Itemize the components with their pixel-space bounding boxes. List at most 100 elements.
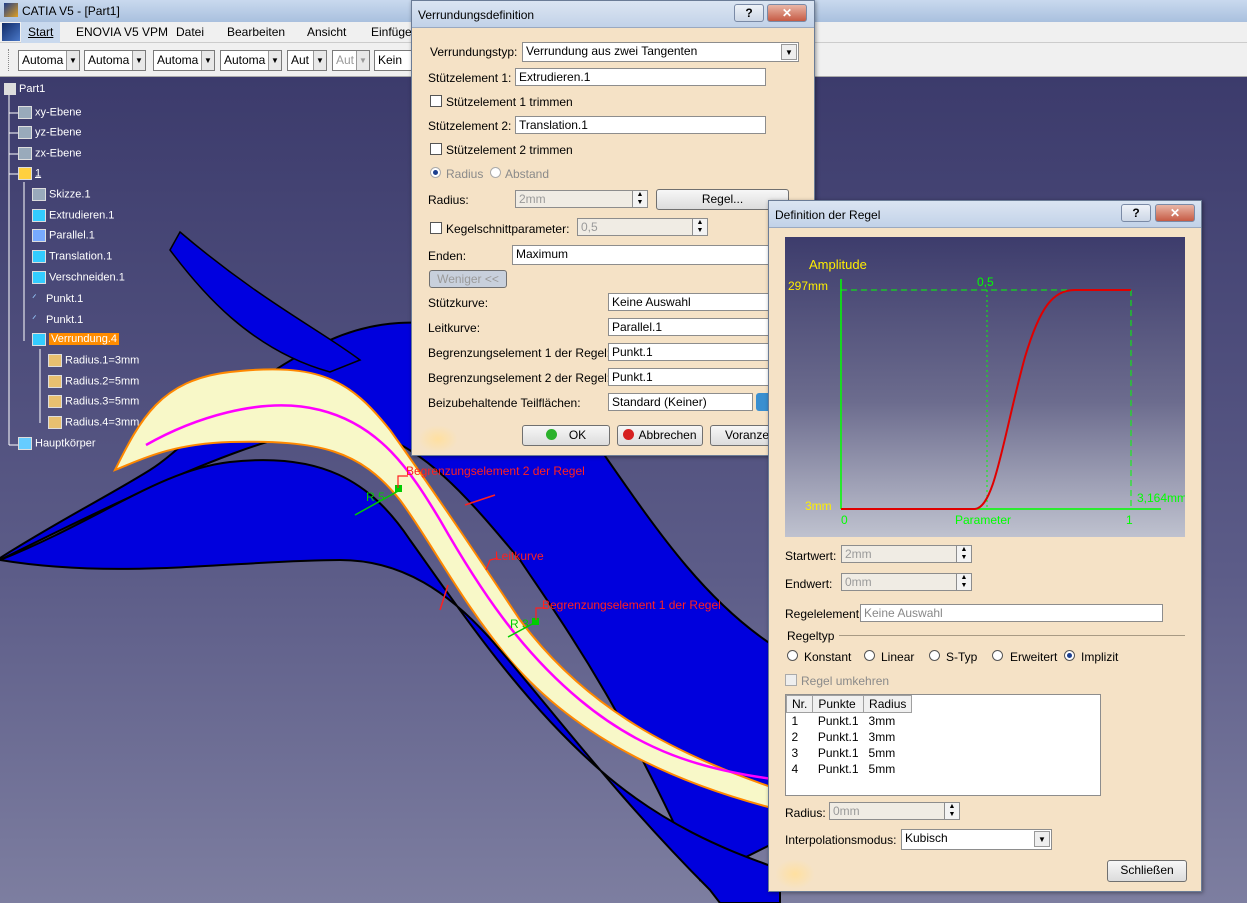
table-row[interactable]: 1 Punkt.1 3mm xyxy=(787,713,912,729)
tree-item-xy[interactable]: xy-Ebene xyxy=(18,106,81,119)
chord-radio[interactable] xyxy=(490,167,501,178)
combo-4[interactable]: Automa ▼ xyxy=(220,50,282,71)
menu-bearbeiten[interactable]: Bearbeiten xyxy=(227,25,285,39)
tree-item-parallel[interactable]: Parallel.1 xyxy=(32,229,95,242)
combo-3[interactable]: Automa ▼ xyxy=(153,50,215,71)
ok-icon xyxy=(545,429,557,440)
table-cell: 4 xyxy=(791,761,799,776)
help-button[interactable]: ? xyxy=(1121,204,1151,222)
close-button[interactable]: ✕ xyxy=(1155,204,1195,222)
law-type-s-radio[interactable] xyxy=(929,650,940,661)
law-radius-field[interactable]: 0mm xyxy=(829,802,945,820)
trim2-checkbox[interactable] xyxy=(430,143,442,155)
trim1-checkbox[interactable] xyxy=(430,95,442,107)
fillet-type-select[interactable]: Verrundung aus zwei Tangenten xyxy=(522,42,799,62)
table-header: Nr. Punkte Radius xyxy=(785,695,913,713)
table-row[interactable]: 2 Punkt.1 3mm xyxy=(787,729,912,745)
menu-datei[interactable]: Datei xyxy=(176,25,204,39)
interp-select[interactable]: Kubisch xyxy=(901,829,1052,850)
law-type-constant-radio[interactable] xyxy=(787,650,798,661)
annotation-limit-1[interactable]: Begrenzungselement 1 der Regel xyxy=(542,598,721,612)
preview-button[interactable]: Voranze xyxy=(710,425,772,446)
annotation-spine[interactable]: Leitkurve xyxy=(495,549,544,563)
tree-item-geoset[interactable]: 1 xyxy=(18,167,41,180)
table-cell: Punkt.1 xyxy=(817,713,859,728)
combo-2[interactable]: Automa ▼ xyxy=(84,50,146,71)
close-button[interactable]: ✕ xyxy=(767,4,807,22)
guide-field[interactable]: Parallel.1 xyxy=(608,318,772,336)
plane-icon xyxy=(18,106,32,119)
conic-spinner[interactable]: ▲ ▼ xyxy=(692,218,708,236)
menu-start[interactable]: Start xyxy=(21,22,61,43)
ok-button[interactable]: OK xyxy=(522,425,610,446)
law-radius-spinner[interactable]: ▲ ▼ xyxy=(944,802,960,820)
tree-item-extrude[interactable]: Extrudieren.1 xyxy=(32,209,114,222)
tree-item-radius-2[interactable]: Radius.2=5mm xyxy=(48,375,139,388)
tree-item-radius-1[interactable]: Radius.1=3mm xyxy=(48,354,139,367)
end-value-spinner[interactable]: ▲ ▼ xyxy=(956,573,972,591)
col-nr[interactable]: Nr. xyxy=(785,695,814,713)
tree-item-zx[interactable]: zx-Ebene xyxy=(18,147,81,160)
faces-field[interactable]: Standard (Keiner) xyxy=(608,393,753,411)
tree-item-point-2[interactable]: ᐟ Punkt.1 xyxy=(32,313,83,326)
col-points[interactable]: Punkte xyxy=(812,695,865,713)
tree-root[interactable]: Part1 xyxy=(4,83,45,96)
law-element-field[interactable]: Keine Auswahl xyxy=(860,604,1163,622)
tree-item-radius-4[interactable]: Radius.4=3mm xyxy=(48,416,139,429)
tree-item-yz[interactable]: yz-Ebene xyxy=(18,126,81,139)
end-value-field[interactable]: 0mm xyxy=(841,573,957,591)
start-value-label: Startwert: xyxy=(785,549,837,563)
spine-field[interactable]: Keine Auswahl xyxy=(608,293,772,311)
radius-field[interactable]: 2mm xyxy=(515,190,633,208)
radius-radio[interactable] xyxy=(430,167,441,178)
table-cell: 3 xyxy=(791,745,799,760)
ends-label: Enden: xyxy=(428,249,467,263)
law-type-advanced-radio[interactable] xyxy=(992,650,1003,661)
combo-7[interactable]: Kein xyxy=(374,50,414,71)
tree-item-point-1[interactable]: ᐟ Punkt.1 xyxy=(32,292,83,305)
law-type-s-label: S-Typ xyxy=(946,650,978,664)
conic-checkbox[interactable] xyxy=(430,222,442,234)
table-cell: 1 xyxy=(791,713,799,728)
tree-item-radius-3[interactable]: Radius.3=5mm xyxy=(48,395,139,408)
catia-menu-icon[interactable] xyxy=(2,23,20,41)
close-law-button[interactable]: Schließen xyxy=(1107,860,1187,882)
support2-field[interactable]: Translation.1 xyxy=(515,116,766,134)
radius-table[interactable]: Nr. Punkte Radius 1 Punkt.1 3mm 2 Punkt.1 3m… xyxy=(785,694,1101,796)
start-value-spinner[interactable]: ▲ ▼ xyxy=(956,545,972,563)
lim2-field[interactable]: Punkt.1 xyxy=(608,368,772,386)
cancel-button[interactable]: Abbrechen xyxy=(617,425,703,446)
geoset-icon xyxy=(18,167,32,180)
tree-item-intersect[interactable]: Verschneiden.1 xyxy=(32,271,125,284)
menu-enovia[interactable]: ENOVIA V5 VPM xyxy=(76,25,168,39)
radius-spinner[interactable]: ▲ ▼ xyxy=(632,190,648,208)
combo-1[interactable]: Automa ▼ xyxy=(18,50,80,71)
tree-item-fillet[interactable]: Verrundung.4 xyxy=(32,333,120,346)
menu-einfuegen[interactable]: Einfüge xyxy=(371,25,412,39)
law-type-implicit-radio[interactable] xyxy=(1064,650,1075,661)
col-radius[interactable]: Radius xyxy=(863,695,913,713)
support1-field[interactable]: Extrudieren.1 xyxy=(515,68,766,86)
chevron-down-icon[interactable]: ▼ xyxy=(781,44,797,60)
menu-ansicht[interactable]: Ansicht xyxy=(307,25,346,39)
table-row[interactable]: 4 Punkt.1 5mm xyxy=(787,761,912,777)
invert-law-checkbox[interactable] xyxy=(785,674,797,686)
tree-item-skizze[interactable]: Skizze.1 xyxy=(32,188,91,201)
ends-select[interactable]: Maximum xyxy=(512,245,772,265)
annotation-limit-2[interactable]: Begrenzungselement 2 der Regel xyxy=(406,464,585,478)
fillet-dialog-titlebar[interactable]: Verrundungsdefinition ? ✕ xyxy=(412,1,814,28)
tree-item-translation[interactable]: Translation.1 xyxy=(32,250,112,263)
chevron-down-icon[interactable]: ▼ xyxy=(1034,831,1050,847)
conic-field[interactable]: 0,5 xyxy=(577,218,693,236)
tree-item-body[interactable]: Hauptkörper xyxy=(18,437,96,450)
help-button[interactable]: ? xyxy=(734,4,764,22)
combo-5[interactable]: Aut ▼ xyxy=(287,50,327,71)
law-type-linear-radio[interactable] xyxy=(864,650,875,661)
law-dialog-titlebar[interactable]: Definition der Regel ? ✕ xyxy=(769,201,1201,228)
table-row[interactable]: 3 Punkt.1 5mm xyxy=(787,745,912,761)
combo-6[interactable]: Aut ▼ xyxy=(332,50,370,71)
law-type-divider xyxy=(839,635,1185,636)
lim1-field[interactable]: Punkt.1 xyxy=(608,343,772,361)
less-button[interactable]: Weniger << xyxy=(429,270,507,288)
start-value-field[interactable]: 2mm xyxy=(841,545,957,563)
